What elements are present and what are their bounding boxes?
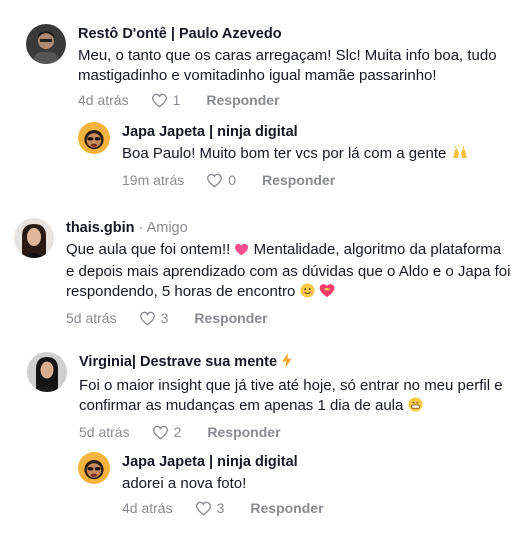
- heart-icon: [139, 311, 155, 325]
- comment-time: 4d atrás: [122, 500, 173, 516]
- comment-text-part1: Que aula que foi ontem!!: [66, 241, 231, 258]
- comment-time: 19m atrás: [122, 172, 185, 188]
- comment-text-content: Foi o maior insight que já tive até hoje…: [79, 377, 503, 414]
- comment-meta: 5d atrás 3 Responder: [66, 308, 512, 328]
- comment-author[interactable]: Restô D'ontê | Paulo Azevedo: [78, 24, 508, 44]
- comment-item: thais.gbin · Amigo Que aula que foi onte…: [14, 218, 514, 328]
- comment-meta: 19m atrás 0 Responder: [122, 170, 469, 190]
- comment-time: 5d atrás: [79, 424, 130, 440]
- grinning-face-icon: [408, 397, 423, 418]
- reply-item: Japa Japeta | ninja digital adorei a nov…: [78, 452, 518, 518]
- like-count: 2: [173, 424, 182, 440]
- comment-text: Meu, o tanto que os caras arregaçam! Slc…: [78, 47, 497, 84]
- reply-button[interactable]: Responder: [194, 310, 267, 326]
- avatar[interactable]: [78, 122, 110, 154]
- heart-icon: [207, 173, 223, 187]
- author-name[interactable]: thais.gbin: [66, 220, 134, 236]
- smiling-face-icon: [299, 283, 315, 304]
- like-button[interactable]: 3: [195, 500, 225, 516]
- comment-text-content: Boa Paulo! Muito bom ter vcs por lá com …: [122, 145, 447, 162]
- heart-icon: [195, 501, 211, 515]
- comment-text: Que aula que foi ontem!! Mentalidade, al…: [66, 240, 512, 304]
- avatar[interactable]: [78, 452, 110, 484]
- raising-hands-icon: [451, 144, 469, 166]
- heart-with-ribbon-icon: [319, 283, 335, 304]
- heart-icon: [152, 425, 168, 439]
- comment-author[interactable]: Virginia| Destrave sua mente: [79, 352, 509, 374]
- comment-author[interactable]: thais.gbin · Amigo: [66, 218, 512, 238]
- reply-item: Japa Japeta | ninja digital Boa Paulo! M…: [78, 122, 518, 190]
- comment-text: Boa Paulo! Muito bom ter vcs por lá com …: [122, 144, 469, 166]
- author-name[interactable]: Virginia| Destrave sua mente: [79, 354, 277, 370]
- like-count: 0: [228, 172, 237, 188]
- avatar[interactable]: [26, 24, 66, 64]
- like-button[interactable]: 3: [139, 310, 169, 326]
- reply-button[interactable]: Responder: [206, 92, 279, 108]
- like-button[interactable]: 0: [206, 172, 236, 188]
- comment-author[interactable]: Japa Japeta | ninja digital: [122, 452, 324, 472]
- avatar[interactable]: [27, 352, 67, 392]
- comment-author[interactable]: Japa Japeta | ninja digital: [122, 122, 469, 142]
- lightning-icon: [281, 353, 293, 374]
- comment-time: 4d atrás: [78, 92, 129, 108]
- reply-button[interactable]: Responder: [262, 172, 335, 188]
- avatar[interactable]: [14, 218, 54, 258]
- comment-meta: 4d atrás 3 Responder: [122, 498, 324, 518]
- comment-time: 5d atrás: [66, 310, 117, 326]
- pink-heart-icon: [234, 242, 249, 262]
- like-button[interactable]: 2: [152, 424, 182, 440]
- comment-text: adorei a nova foto!: [122, 475, 247, 492]
- like-count: 3: [216, 500, 225, 516]
- like-count: 1: [172, 92, 181, 108]
- friend-tag: · Amigo: [134, 220, 188, 236]
- reply-button[interactable]: Responder: [207, 424, 280, 440]
- comment-meta: 4d atrás 1 Responder: [78, 90, 508, 110]
- comment-meta: 5d atrás 2 Responder: [79, 422, 509, 442]
- like-count: 3: [160, 310, 169, 326]
- comment-item: Restô D'ontê | Paulo Azevedo Meu, o tant…: [26, 24, 516, 110]
- like-button[interactable]: 1: [151, 92, 181, 108]
- reply-button[interactable]: Responder: [250, 500, 323, 516]
- comment-item: Virginia| Destrave sua mente Foi o maior…: [27, 352, 517, 442]
- heart-icon: [151, 93, 167, 107]
- comment-text: Foi o maior insight que já tive até hoje…: [79, 376, 509, 418]
